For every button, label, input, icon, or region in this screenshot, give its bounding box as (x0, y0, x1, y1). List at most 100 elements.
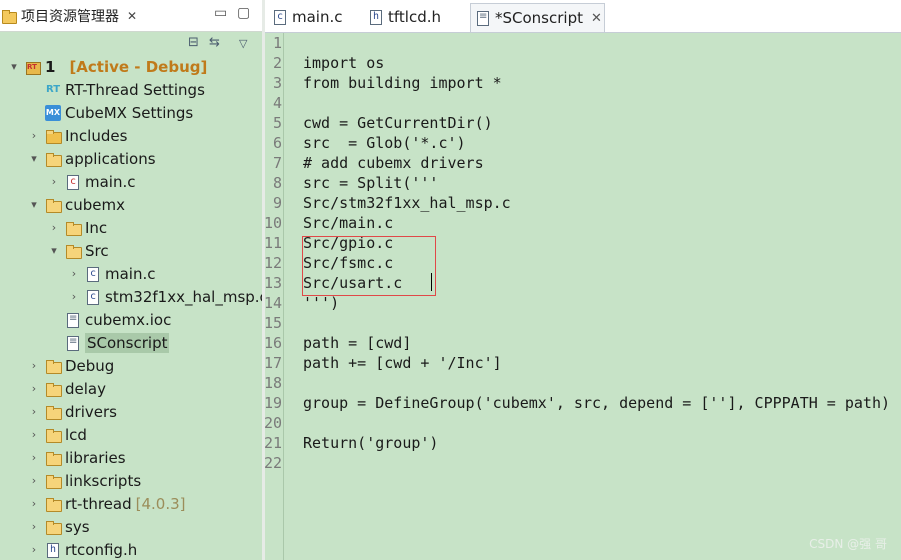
tab-label: main.c (292, 8, 343, 26)
tree-item[interactable]: › libraries (28, 446, 126, 469)
tree-item[interactable]: › lcd (28, 423, 87, 446)
line-number: 10 (263, 214, 282, 232)
tree-item-label: CubeMX Settings (65, 103, 194, 122)
tab-main-c[interactable]: main.c (273, 3, 343, 31)
code-line[interactable]: # add cubemx drivers (303, 153, 484, 173)
tree-item[interactable]: › Inc (48, 216, 107, 239)
link-editor-icon[interactable]: ⇆ (209, 35, 220, 50)
mx-icon: MX (45, 104, 61, 121)
tree-item-label: Inc (85, 218, 108, 237)
chevron-right-icon[interactable]: › (28, 474, 40, 487)
maximize-button[interactable]: ▢ (237, 5, 250, 21)
chevron-right-icon[interactable]: › (28, 359, 40, 372)
code-line[interactable]: src = Split(''' (303, 173, 438, 193)
explorer-toolbar: ⊟ ⇆ ▽ (0, 32, 262, 54)
tree-item[interactable]: SConscript (48, 331, 170, 354)
chevron-right-icon[interactable]: › (28, 451, 40, 464)
folder-icon (65, 220, 82, 236)
tree-item[interactable]: › stm32f1xx_hal_msp.c (68, 285, 262, 308)
tree-item-label: SConscript (85, 332, 170, 353)
tree-item-label: Debug (65, 356, 115, 375)
tree-item[interactable]: › sys (28, 515, 90, 538)
code-line[interactable]: Return('group') (303, 433, 438, 453)
code-line[interactable]: path += [cwd + '/Inc'] (303, 353, 502, 373)
chevron-right-icon[interactable]: › (68, 267, 80, 280)
tree-item[interactable]: › rt-thread [4.0.3] (28, 492, 186, 515)
chevron-right-icon[interactable]: › (28, 129, 40, 142)
folder-icon (45, 358, 62, 374)
chevron-right-icon[interactable]: › (68, 290, 80, 303)
chevron-down-icon[interactable]: ▾ (48, 244, 60, 257)
chevron-right-icon[interactable]: › (28, 497, 40, 510)
chevron-right-icon[interactable]: › (48, 221, 60, 234)
code-line[interactable]: group = DefineGroup('cubemx', src, depen… (303, 393, 890, 413)
chevron-down-icon[interactable]: ▾ (28, 152, 40, 165)
tree-item[interactable]: MX CubeMX Settings (28, 101, 193, 124)
tab-label: *SConscript (495, 9, 583, 27)
tab-tftlcd-h[interactable]: tftlcd.h (369, 3, 441, 31)
folder-icon (45, 473, 62, 489)
line-number: 21 (263, 434, 282, 452)
tree-item-label: delay (65, 379, 106, 398)
tree-item-label: drivers (65, 402, 117, 421)
code-line[interactable]: Src/main.c (303, 213, 393, 233)
close-icon[interactable]: ✕ (591, 11, 602, 26)
tree-item-label: lcd (65, 425, 87, 444)
folder-icon (45, 450, 62, 466)
chevron-right-icon[interactable]: › (28, 405, 40, 418)
line-number: 7 (272, 154, 282, 172)
chevron-right-icon[interactable]: › (28, 428, 40, 441)
tree-item-label: stm32f1xx_hal_msp.c (105, 287, 262, 306)
folder-icon (65, 243, 82, 259)
tree-item[interactable]: › Debug (28, 354, 115, 377)
tree-item[interactable]: ▾ 1 [Active - Debug] (8, 55, 207, 78)
project-explorer-tab[interactable]: 项目资源管理器 ✕ (2, 3, 137, 29)
code-line[interactable]: Src/stm32f1xx_hal_msp.c (303, 193, 511, 213)
line-number: 18 (263, 374, 282, 392)
chevron-right-icon[interactable]: › (48, 175, 60, 188)
code-line[interactable]: ''') (303, 293, 339, 313)
project-explorer-panel: 项目资源管理器 ✕ ▭ ▢ ⊟ ⇆ ▽ ▾ 1 [Active - Debug] RT… (0, 0, 262, 560)
tree-item[interactable]: RT RT-Thread Settings (28, 78, 205, 101)
collapse-all-icon[interactable]: ⊟ (188, 35, 199, 50)
includes-icon (45, 128, 62, 144)
minimize-button[interactable]: ▭ (214, 5, 227, 21)
line-number: 22 (263, 454, 282, 472)
line-number: 15 (263, 314, 282, 332)
code-line[interactable]: import os (303, 53, 384, 73)
tree-item[interactable]: › delay (28, 377, 106, 400)
tree-item[interactable]: › rtconfig.h (28, 538, 137, 560)
highlight-annotation-box (302, 236, 436, 296)
tree-item-label: rtconfig.h (65, 540, 138, 559)
view-menu-icon[interactable]: ▽ (239, 37, 247, 50)
tree-item[interactable]: › linkscripts (28, 469, 141, 492)
folder-icon (45, 519, 62, 535)
tree-item-label: applications (65, 149, 156, 168)
tree-item-label: Src (85, 241, 109, 260)
code-line[interactable]: from building import * (303, 73, 502, 93)
line-number: 14 (263, 294, 282, 312)
editor-tab-bar: main.c tftlcd.h *SConscript ✕ (265, 0, 901, 33)
tree-item[interactable]: › Includes (28, 124, 128, 147)
tree-item[interactable]: › main.c (48, 170, 136, 193)
code-line[interactable]: src = Glob('*.c') (303, 133, 466, 153)
code-line[interactable]: cwd = GetCurrentDir() (303, 113, 493, 133)
tree-item[interactable]: ▾ Src (48, 239, 109, 262)
line-number-gutter: 1 2 3 4 5 6 7 8 9 10 11 12 13 14 15 16 17 18 19 20 21 22 (263, 33, 284, 560)
chevron-down-icon[interactable]: ▾ (8, 60, 20, 73)
close-icon[interactable]: ✕ (127, 9, 137, 23)
tree-item[interactable]: › main.c (68, 262, 156, 285)
code-line[interactable]: path = [cwd] (303, 333, 411, 353)
tree-item[interactable]: cubemx.ioc (48, 308, 171, 331)
chevron-down-icon[interactable]: ▾ (28, 198, 40, 211)
chevron-right-icon[interactable]: › (28, 543, 40, 556)
tree-item[interactable]: › drivers (28, 400, 117, 423)
tree-item-label: Includes (65, 126, 128, 145)
chevron-right-icon[interactable]: › (28, 520, 40, 533)
tab-sconscript[interactable]: *SConscript ✕ (470, 3, 605, 32)
chevron-right-icon[interactable]: › (28, 382, 40, 395)
folder-icon (45, 496, 62, 512)
c-file-icon (273, 9, 287, 25)
tree-item[interactable]: ▾ cubemx (28, 193, 125, 216)
tree-item[interactable]: ▾ applications (28, 147, 156, 170)
